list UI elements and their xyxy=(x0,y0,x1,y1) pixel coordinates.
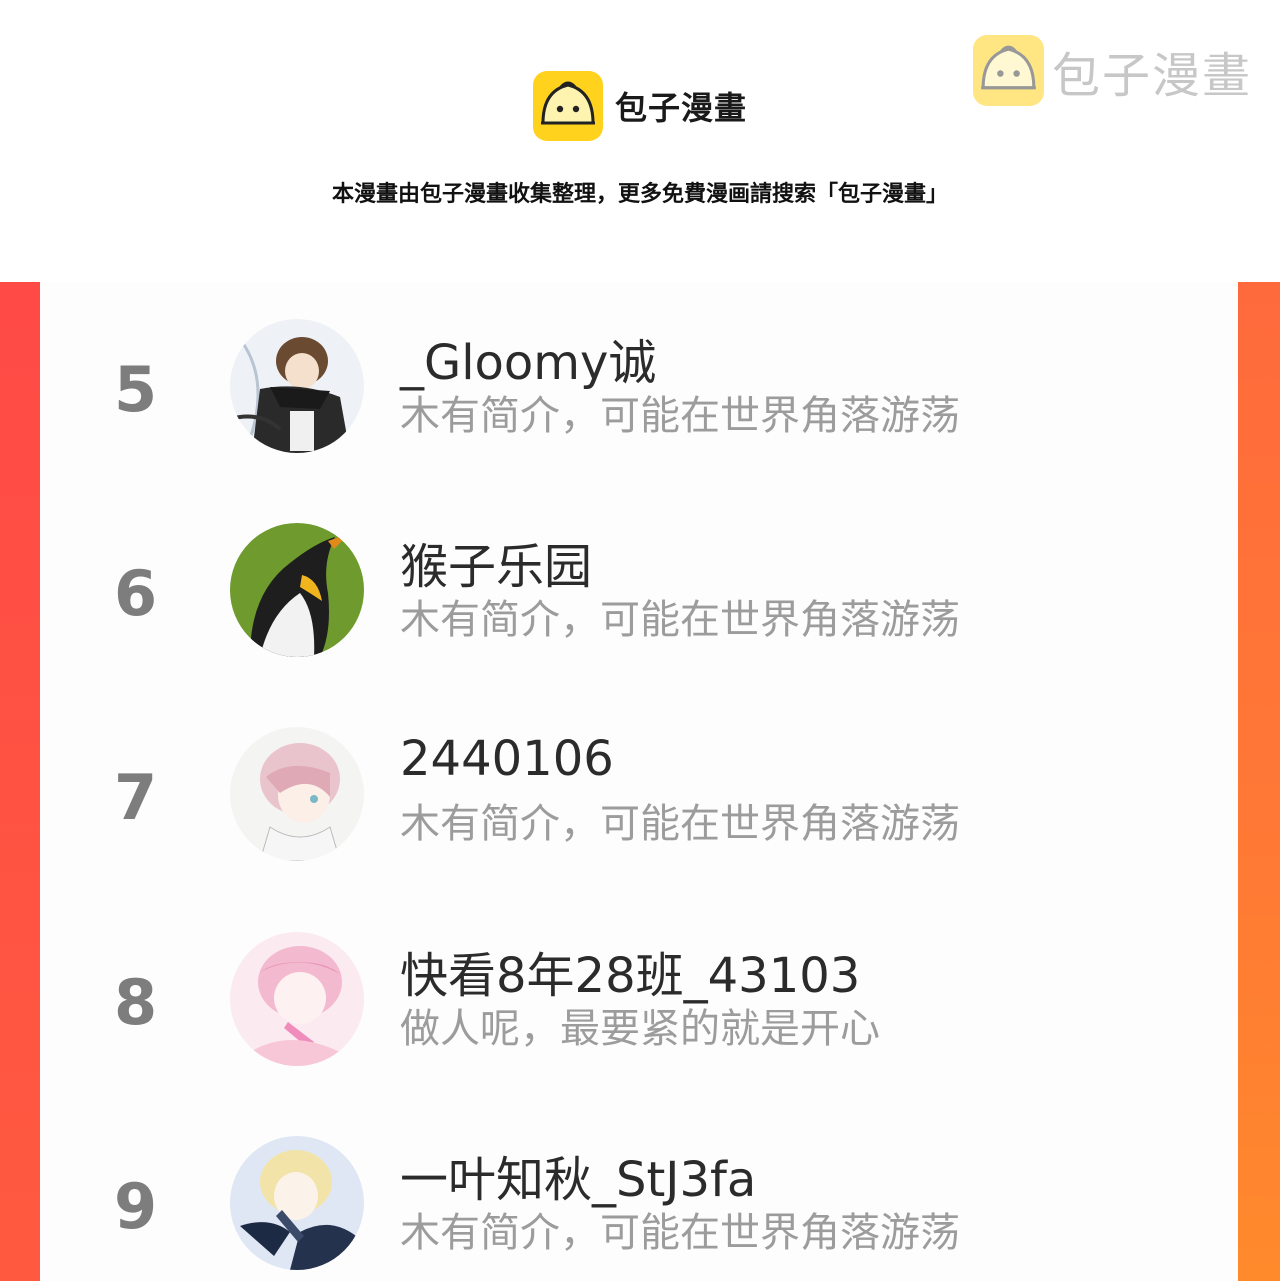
ranking-row[interactable]: 7 2440106 木有简介，可能在世界角落游荡 xyxy=(40,727,1238,867)
watermark-bun-icon xyxy=(973,35,1044,106)
username[interactable]: 2440106 xyxy=(400,731,614,787)
rank-number: 9 xyxy=(114,1170,158,1243)
user-bio: 木有简介，可能在世界角落游荡 xyxy=(400,597,960,643)
bun-icon xyxy=(533,71,603,141)
user-bio: 木有简介，可能在世界角落游荡 xyxy=(400,801,960,847)
frame-right xyxy=(1238,282,1280,1281)
rank-number: 8 xyxy=(114,966,158,1039)
rank-number: 5 xyxy=(114,353,158,426)
watermark: 包子漫畫 xyxy=(973,35,1252,106)
rank-number: 7 xyxy=(114,761,158,834)
ranking-row[interactable]: 9 一叶知秋_StJ3fa 木有简介，可能在世界角落游荡 xyxy=(40,1136,1238,1276)
user-bio: 木有简介，可能在世界角落游荡 xyxy=(400,1210,960,1256)
frame-left xyxy=(0,282,40,1281)
notice-text: 本漫畫由包子漫畫收集整理，更多免費漫画請搜索「包子漫畫」 xyxy=(331,182,948,207)
ranking-row[interactable]: 8 快看8年28班_43103 做人呢，最要紧的就是开心 xyxy=(40,932,1238,1072)
anime-pink-singer-avatar[interactable] xyxy=(230,932,364,1066)
ranking-panel: 5 _Gloomy诚 木有简介，可能在世界角落游荡 6 猴子乐园 木有简介，可能… xyxy=(40,282,1238,1281)
watermark-text: 包子漫畫 xyxy=(1052,47,1253,104)
header: 包子漫畫 本漫畫由包子漫畫收集整理，更多免費漫画請搜索「包子漫畫」 包子漫畫 xyxy=(0,0,1280,282)
ranking-row[interactable]: 5 _Gloomy诚 木有简介，可能在世界角落游荡 xyxy=(40,319,1238,459)
brand-name: 包子漫畫 xyxy=(615,89,748,127)
user-bio: 做人呢，最要紧的就是开心 xyxy=(400,1006,880,1052)
user-bio: 木有简介，可能在世界角落游荡 xyxy=(400,393,960,439)
anime-pink-hair-avatar[interactable] xyxy=(230,727,364,861)
rank-number: 6 xyxy=(114,557,158,630)
ranking-row[interactable]: 6 猴子乐园 木有简介，可能在世界角落游荡 xyxy=(40,523,1238,663)
anime-boy-scarf-avatar[interactable] xyxy=(230,319,364,453)
brand-logo[interactable]: 包子漫畫 xyxy=(533,71,747,141)
penguin-avatar[interactable] xyxy=(230,523,364,657)
anime-blonde-singer-avatar[interactable] xyxy=(230,1136,364,1270)
